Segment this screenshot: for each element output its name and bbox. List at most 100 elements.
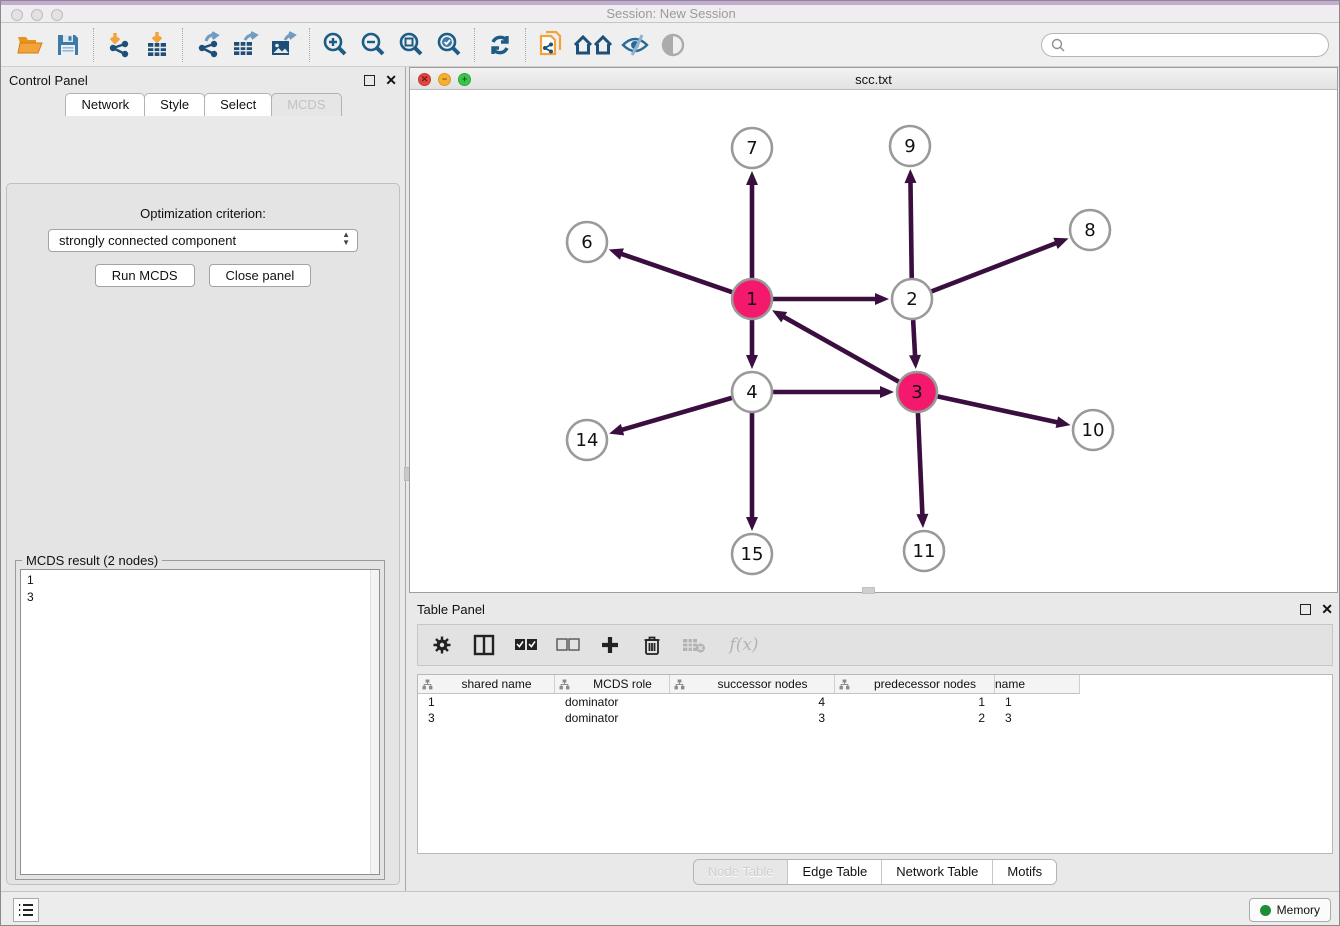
import-network-button[interactable] (100, 26, 138, 64)
float-panel-icon[interactable] (364, 75, 375, 86)
network-window-titlebar[interactable]: ✕ − + scc.txt (410, 68, 1337, 90)
save-session-button[interactable] (49, 26, 87, 64)
graph-node-label-9: 9 (904, 136, 915, 157)
table-cell[interactable]: 1 (835, 694, 995, 710)
table-tab-node-table[interactable]: Node Table (694, 860, 789, 884)
table-row[interactable]: 1dominator411 (418, 694, 1332, 710)
control-panel-tabs: NetworkStyleSelectMCDS (1, 93, 405, 116)
deselect-all-columns-button[interactable] (556, 633, 580, 657)
table-cell[interactable]: dominator (555, 694, 670, 710)
export-image-button[interactable] (265, 26, 303, 64)
table-cell[interactable]: 3 (670, 710, 835, 726)
open-folder-icon (16, 33, 44, 57)
table-tab-edge-table[interactable]: Edge Table (788, 860, 882, 884)
column-header-MCDS-role[interactable]: MCDS role (555, 675, 670, 694)
control-panel-tab-network[interactable]: Network (65, 93, 145, 116)
graph-node-label-14: 14 (576, 430, 599, 451)
zoom-selected-button[interactable] (430, 26, 468, 64)
zoom-fit-button[interactable] (392, 26, 430, 64)
export-image-icon (269, 31, 299, 59)
close-table-panel-icon[interactable]: ✕ (1321, 602, 1333, 616)
float-table-panel-icon[interactable] (1300, 604, 1311, 615)
open-session-button[interactable] (11, 26, 49, 64)
search-input[interactable] (1066, 38, 1328, 52)
graph-node-label-8: 8 (1084, 220, 1095, 241)
table-cell[interactable]: dominator (555, 710, 670, 726)
graph-edge-2-9[interactable] (910, 181, 911, 278)
task-history-button[interactable] (13, 898, 39, 922)
graph-edge-2-3[interactable] (913, 320, 915, 357)
close-panel-icon[interactable]: ✕ (385, 73, 397, 87)
control-panel-tab-mcds[interactable]: MCDS (271, 93, 341, 116)
houses-icon (573, 33, 613, 57)
table-toolbar: f(x) (417, 624, 1333, 666)
table-cell[interactable]: 2 (835, 710, 995, 726)
table-tab-motifs[interactable]: Motifs (993, 860, 1056, 884)
table-cell[interactable]: 4 (670, 694, 835, 710)
column-type-icon (674, 679, 685, 690)
table-cell[interactable]: 3 (418, 710, 555, 726)
import-table-button[interactable] (138, 26, 176, 64)
memory-button[interactable]: Memory (1249, 898, 1331, 922)
add-column-button[interactable] (598, 633, 622, 657)
memory-label: Memory (1277, 903, 1320, 917)
table-header-row: shared nameMCDS rolesuccessor nodesprede… (418, 675, 1332, 694)
network-canvas[interactable]: 7968124314101511 (410, 90, 1337, 592)
control-panel-tab-style[interactable]: Style (144, 93, 205, 116)
control-panel-tab-select[interactable]: Select (204, 93, 272, 116)
table-tab-network-table[interactable]: Network Table (882, 860, 993, 884)
first-neighbors-button[interactable] (570, 26, 616, 64)
close-panel-button[interactable]: Close panel (209, 264, 312, 287)
mcds-result-title: MCDS result (2 nodes) (22, 553, 162, 568)
delete-columns-button[interactable] (640, 633, 664, 657)
graph-edge-3-10[interactable] (938, 396, 1059, 422)
graph-edge-arrowhead (1053, 238, 1068, 249)
graph-edge-1-6[interactable] (620, 253, 732, 292)
table-panel-header: Table Panel ✕ (409, 596, 1340, 622)
graph-edge-arrowhead (1056, 416, 1071, 428)
zoom-out-icon (359, 31, 387, 59)
graph-edge-3-1[interactable] (782, 316, 898, 382)
table-options-gear-button[interactable] (430, 633, 454, 657)
import-network-icon (105, 31, 133, 59)
search-field[interactable] (1041, 33, 1329, 57)
hide-selected-button[interactable] (616, 26, 654, 64)
node-table[interactable]: shared nameMCDS rolesuccessor nodesprede… (417, 674, 1333, 854)
mcds-result-text[interactable]: 1 3 (20, 569, 380, 875)
trash-icon (643, 635, 661, 655)
select-all-columns-button[interactable] (514, 633, 538, 657)
graph-edge-2-8[interactable] (932, 243, 1058, 292)
show-columns-button[interactable] (472, 633, 496, 657)
run-mcds-button[interactable]: Run MCDS (95, 264, 195, 287)
export-table-button[interactable] (227, 26, 265, 64)
export-network-button[interactable] (189, 26, 227, 64)
apply-layout-button[interactable] (481, 26, 519, 64)
column-header-successor-nodes[interactable]: successor nodes (670, 675, 835, 694)
table-row[interactable]: 3dominator323 (418, 710, 1332, 726)
memory-status-dot (1260, 905, 1271, 916)
network-resize-handle[interactable] (862, 587, 875, 594)
mcds-result-group: MCDS result (2 nodes) 1 3 (15, 560, 385, 880)
function-builder-button-disabled: f(x) (724, 633, 764, 657)
column-header-name[interactable]: name (995, 675, 1080, 694)
control-panel-title: Control Panel (9, 73, 88, 88)
table-cell[interactable]: 1 (995, 694, 1080, 710)
network-graph[interactable]: 7968124314101511 (410, 90, 1337, 592)
control-panel: Control Panel ✕ NetworkStyleSelectMCDS O… (1, 67, 406, 891)
table-cell[interactable]: 1 (418, 694, 555, 710)
table-cell[interactable]: 3 (995, 710, 1080, 726)
zoom-out-button[interactable] (354, 26, 392, 64)
graph-edge-3-11[interactable] (918, 413, 923, 516)
column-header-predecessor-nodes[interactable]: predecessor nodes (835, 675, 995, 694)
graph-edge-4-14[interactable] (621, 398, 732, 430)
delete-table-icon (682, 636, 706, 654)
result-scrollbar[interactable] (370, 570, 379, 874)
zoom-in-button[interactable] (316, 26, 354, 64)
graph-edge-arrowhead (609, 424, 624, 436)
column-header-shared-name[interactable]: shared name (418, 675, 555, 694)
criterion-dropdown[interactable]: strongly connected component ▲▼ (48, 229, 358, 252)
graph-edge-arrowhead (609, 248, 624, 259)
graph-edge-arrowhead (875, 293, 889, 305)
show-all-button[interactable] (654, 26, 692, 64)
new-network-from-selection-button[interactable] (532, 26, 570, 64)
